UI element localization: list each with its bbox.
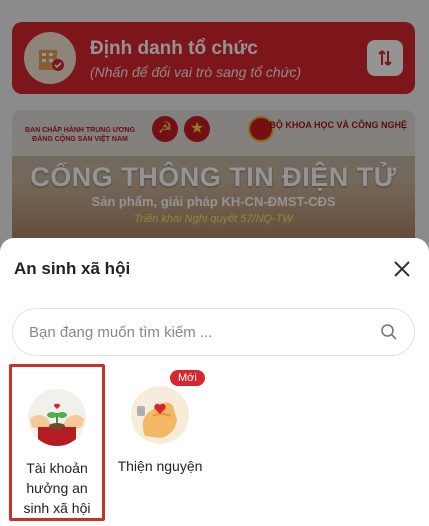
service-social-security-account[interactable]: Tài khoản hưởng an sinh xã hội	[9, 364, 105, 521]
bottom-sheet: An sinh xã hội Bạn đang muốn tìm kiếm ..…	[0, 238, 429, 526]
service-label: Thiện nguyện	[117, 458, 203, 474]
close-button[interactable]	[391, 258, 413, 280]
search-icon[interactable]	[380, 323, 398, 341]
charity-heart-hand-icon	[131, 386, 189, 444]
services-grid: Tài khoản hưởng an sinh xã hội Thiện ngu…	[0, 364, 429, 524]
search-box[interactable]	[12, 308, 415, 356]
new-badge: Mới	[170, 370, 205, 386]
search-input[interactable]	[29, 323, 380, 341]
plant-hands-icon	[28, 389, 86, 446]
service-label: Tài khoản hưởng an sinh xã hội	[23, 460, 91, 516]
sheet-title: An sinh xã hội	[14, 259, 131, 278]
close-icon	[394, 261, 410, 277]
sheet-header: An sinh xã hội	[0, 238, 429, 300]
